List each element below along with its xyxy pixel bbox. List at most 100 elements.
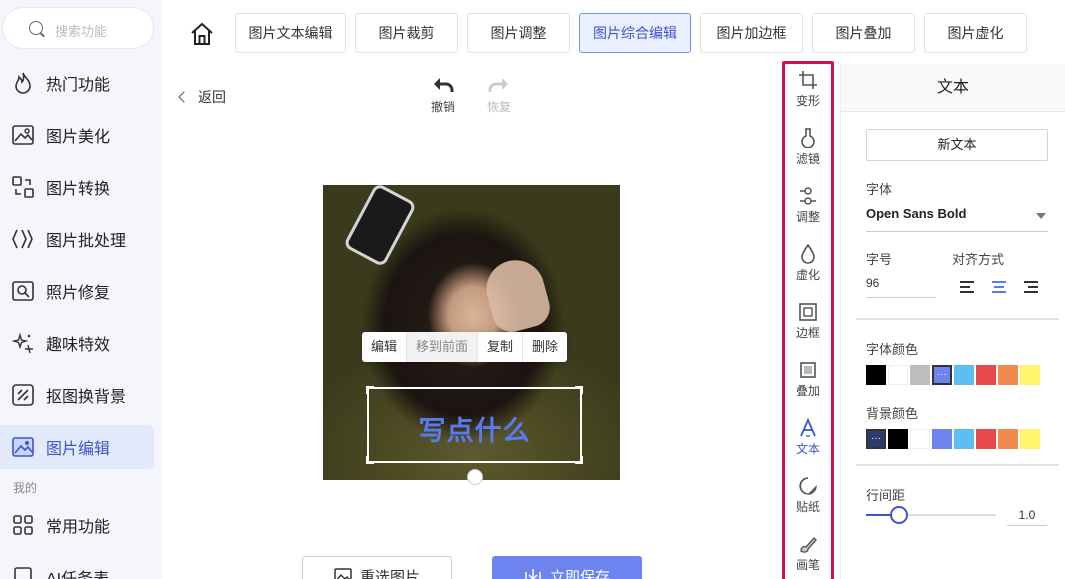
tab-text-edit[interactable]: 图片文本编辑	[235, 13, 346, 53]
back-button[interactable]: 返回	[178, 87, 226, 107]
rotate-handle[interactable]	[467, 469, 483, 485]
context-delete-button[interactable]: 删除	[523, 332, 567, 362]
tool-blur[interactable]: 虚化	[785, 243, 831, 302]
save-label: 立即保存	[549, 568, 610, 579]
repair-icon	[12, 280, 34, 302]
sidebar-item-repair[interactable]: 照片修复	[0, 269, 154, 313]
resize-handle[interactable]	[366, 456, 374, 464]
redo-button[interactable]: 恢复	[479, 76, 519, 115]
sidebar-item-ai-tasks[interactable]: AI任务表	[0, 555, 154, 579]
tool-overlay[interactable]: 叠加	[785, 360, 831, 418]
line-height-value[interactable]: 1.0	[1007, 504, 1047, 526]
context-menu: 编辑 移到前面 复制 删除	[362, 332, 568, 362]
tab-add-border[interactable]: 图片加边框	[700, 13, 803, 53]
align-left-button[interactable]	[960, 281, 976, 295]
tool-filter[interactable]: 滤镜	[785, 128, 831, 186]
text-layer-box[interactable]: 写点什么	[366, 386, 583, 464]
sidebar-item-convert[interactable]: 图片转换	[0, 165, 154, 209]
redo-icon	[488, 78, 508, 92]
filter-icon	[785, 128, 831, 150]
align-center-button[interactable]	[992, 281, 1008, 295]
sidebar-item-image-edit[interactable]: 图片编辑	[0, 425, 154, 469]
font-color-swatch[interactable]	[888, 365, 908, 385]
save-now-button[interactable]: 立即保存	[492, 556, 642, 579]
tab-adjust[interactable]: 图片调整	[467, 13, 570, 53]
sidebar-item-label: 照片修复	[46, 285, 111, 302]
new-text-button[interactable]: 新文本	[866, 129, 1048, 161]
photo-phone	[342, 185, 418, 268]
bg-color-swatches: ···	[866, 429, 1040, 449]
home-icon[interactable]	[189, 22, 215, 46]
tool-label: 叠加	[795, 384, 820, 398]
download-icon	[525, 569, 541, 579]
tool-label: 滤镜	[795, 152, 820, 166]
bg-color-swatch[interactable]	[998, 429, 1018, 449]
tool-strip: 变形 滤镜 调整 虚化 边框 叠加 文本 贴纸 画笔	[782, 61, 834, 579]
line-height-slider[interactable]	[866, 506, 996, 524]
search-input[interactable]: 搜索功能	[2, 7, 154, 49]
tool-brush[interactable]: 画笔	[785, 534, 831, 579]
context-edit-button[interactable]: 编辑	[362, 332, 408, 362]
sidebar-item-effects[interactable]: 趣味特效	[0, 321, 154, 365]
reselect-image-button[interactable]: 重选图片	[302, 556, 452, 579]
tab-blur[interactable]: 图片虚化	[924, 13, 1027, 53]
tool-transform[interactable]: 变形	[785, 70, 831, 128]
font-color-swatch[interactable]	[976, 365, 996, 385]
sidebar-item-hot[interactable]: 热门功能	[0, 61, 154, 105]
panel-divider	[856, 464, 1059, 466]
context-copy-button[interactable]: 复制	[478, 332, 524, 362]
adjust-icon	[785, 186, 831, 208]
sidebar-item-label: 图片转换	[46, 181, 111, 198]
font-family-value: Open Sans Bold	[866, 206, 967, 221]
bg-color-swatch[interactable]	[954, 429, 974, 449]
bg-color-swatch[interactable]	[910, 429, 930, 449]
font-color-label: 字体颜色	[866, 342, 919, 357]
tab-composite-edit[interactable]: 图片综合编辑	[579, 13, 691, 53]
undo-button[interactable]: 撤销	[423, 76, 463, 115]
slider-knob[interactable]	[889, 506, 908, 524]
font-color-swatch[interactable]	[998, 365, 1018, 385]
bg-color-swatch[interactable]	[976, 429, 996, 449]
resize-handle[interactable]	[366, 386, 374, 394]
sidebar-item-cutout[interactable]: 抠图换背景	[0, 373, 154, 417]
sidebar-item-label: 图片编辑	[46, 441, 111, 458]
tab-crop[interactable]: 图片裁剪	[355, 13, 458, 53]
font-color-swatch[interactable]: ···	[932, 365, 952, 385]
align-right-button[interactable]	[1024, 281, 1040, 295]
blur-drop-icon	[785, 243, 831, 266]
bg-color-label: 背景颜色	[866, 406, 919, 421]
tab-overlay[interactable]: 图片叠加	[812, 13, 915, 53]
tool-label: 贴纸	[795, 500, 820, 514]
batch-icon	[12, 228, 34, 250]
image-beautify-icon	[12, 124, 34, 146]
font-color-swatch[interactable]	[910, 365, 930, 385]
font-family-select[interactable]: Open Sans Bold	[866, 206, 1048, 232]
sidebar-item-beautify[interactable]: 图片美化	[0, 113, 154, 157]
undo-icon	[434, 78, 454, 92]
sparkle-icon	[12, 332, 34, 354]
tool-sticker[interactable]: 贴纸	[785, 476, 831, 534]
bg-color-swatch[interactable]	[1020, 429, 1040, 449]
undo-label: 撤销	[430, 100, 455, 114]
sidebar-item-batch[interactable]: 图片批处理	[0, 217, 154, 261]
sidebar-item-favorites[interactable]: 常用功能	[0, 503, 154, 547]
tool-label: 调整	[795, 210, 820, 224]
context-bring-front-button[interactable]: 移到前面	[407, 332, 479, 362]
tool-frame[interactable]: 边框	[785, 302, 831, 360]
redo-label: 恢复	[486, 100, 511, 114]
font-color-swatch[interactable]	[866, 365, 886, 385]
font-color-swatch[interactable]	[1020, 365, 1040, 385]
bg-color-swatch[interactable]	[932, 429, 952, 449]
tool-text[interactable]: 文本	[785, 417, 831, 476]
font-size-input[interactable]: 96	[866, 276, 936, 298]
bg-color-swatch[interactable]	[888, 429, 908, 449]
crop-icon	[785, 70, 831, 92]
bg-color-swatch[interactable]: ···	[866, 429, 886, 449]
font-color-swatch[interactable]	[954, 365, 974, 385]
resize-handle[interactable]	[575, 456, 583, 464]
sidebar-item-label: 常用功能	[46, 519, 111, 536]
resize-handle[interactable]	[575, 386, 583, 394]
image-edit-icon	[12, 436, 34, 458]
text-layer-content[interactable]: 写点什么	[369, 409, 580, 448]
tool-adjust[interactable]: 调整	[785, 186, 831, 244]
